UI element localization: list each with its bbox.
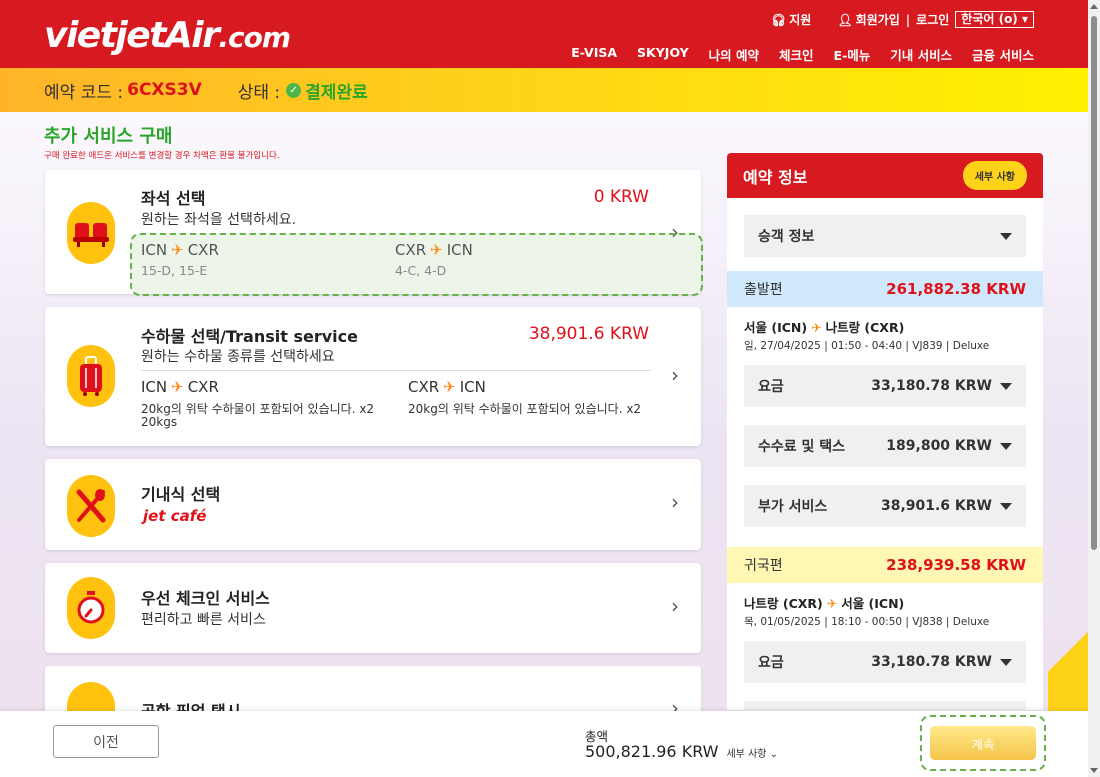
nav-evisa[interactable]: E-VISA (571, 45, 617, 64)
login-link[interactable]: 로그인 (916, 11, 949, 28)
utility-links: 🎧︎ 지원 👤︎ 회원가입 | 로그인 한국어 (o) ▾ (771, 11, 1034, 28)
refund-note: 구매 완료한 애드온 서비스를 변경할 경우 차액은 환불 불가입니다. (44, 151, 280, 161)
previous-button[interactable]: 이전 (53, 725, 159, 758)
chevron-right-icon[interactable]: › (671, 363, 679, 387)
total-details-toggle[interactable]: 세부 사항 ⌄ (726, 745, 778, 760)
bottom-bar: 이전 총액 500,821.96 KRW 세부 사항 ⌄ 계속 (0, 711, 1088, 777)
stopwatch-icon (67, 577, 115, 639)
seat-return-seats: 4-C, 4-D (395, 263, 447, 278)
section-title: 추가 서비스 구매 (44, 126, 173, 147)
nav-inflight[interactable]: 기내 서비스 (890, 45, 952, 64)
plane-icon: ✈︎ (826, 596, 838, 611)
caret-down-icon (1000, 382, 1012, 390)
main-nav: E-VISA SKYJOY 나의 예약 체크인 E-메뉴 기내 서비스 금융 서… (571, 45, 1034, 64)
language-select[interactable]: 한국어 (o) ▾ (955, 11, 1034, 28)
inbound-flight-info: 나트랑 (CXR) ✈︎ 서울 (ICN) 목, 01/05/2025 | 18:1… (744, 596, 990, 628)
inbound-band: 귀국편 238,939.58 KRW (727, 547, 1043, 583)
baggage-title: 수하물 선택/Transit service (141, 327, 358, 346)
nav-emenu[interactable]: E-메뉴 (834, 45, 871, 64)
plane-icon: ✈︎ (443, 378, 456, 396)
panel-header: 예약 정보 세부 사항 (727, 153, 1043, 198)
continue-highlight: 계속 (920, 715, 1046, 771)
plane-icon: ✈︎ (171, 378, 184, 396)
divider (141, 370, 651, 371)
caret-down-icon (1000, 658, 1012, 666)
inbound-next-dropdown[interactable] (744, 701, 1026, 710)
chevron-right-icon[interactable]: › (671, 594, 679, 618)
baggage-price: 38,901.6 KRW (528, 324, 649, 344)
outbound-band: 출발편 261,882.38 KRW (727, 271, 1043, 307)
booking-status-bar: 예약 코드 : 6CXS3V 상태 : ✓ 결제완료 (0, 68, 1088, 112)
meal-title: 기내식 선택 (141, 485, 221, 504)
cutlery-icon (67, 475, 115, 537)
outbound-tax-dropdown[interactable]: 수수료 및 택스 189,800 KRW (744, 425, 1026, 467)
nav-my-booking[interactable]: 나의 예약 (709, 45, 759, 64)
booking-info-panel: 예약 정보 세부 사항 승객 정보 출발편 261,882.38 KRW 서울 … (727, 153, 1043, 710)
nav-skyjoy[interactable]: SKYJOY (637, 45, 689, 64)
chevron-right-icon[interactable]: › (671, 490, 679, 514)
booking-code-label: 예약 코드 : (44, 82, 124, 103)
user-icon: 👤︎ (837, 13, 853, 27)
nav-finance[interactable]: 금융 서비스 (972, 45, 1034, 64)
seat-return-route: CXR ✈︎ ICN (395, 241, 473, 259)
plane-icon: ✈︎ (430, 241, 443, 259)
top-header: vietjetAir.com 🎧︎ 지원 👤︎ 회원가입 | 로그인 한국어 (o)… (0, 0, 1088, 68)
panel-title: 예약 정보 (743, 167, 808, 187)
caret-down-icon (1000, 442, 1012, 450)
vietjet-logo[interactable]: vietjetAir.com (44, 14, 291, 60)
status-label: 상태 : (237, 82, 281, 103)
details-button[interactable]: 세부 사항 (962, 161, 1027, 190)
seat-outbound-seats: 15-D, 15-E (141, 263, 208, 278)
signup-link[interactable]: 👤︎ 회원가입 (837, 11, 899, 28)
continue-button[interactable]: 계속 (930, 726, 1036, 760)
baggage-card[interactable]: 수하물 선택/Transit service 원하는 수하물 종류를 선택하세요… (45, 307, 701, 446)
outbound-addon-dropdown[interactable]: 부가 서비스 38,901.6 KRW (744, 485, 1026, 527)
priority-subtitle: 편리하고 빠른 서비스 (141, 612, 266, 628)
inbound-total: 238,939.58 KRW (886, 556, 1026, 574)
baggage-subtitle: 원하는 수하물 종류를 선택하세요 (141, 349, 335, 365)
seat-price: 0 KRW (593, 187, 649, 207)
outbound-total: 261,882.38 KRW (886, 280, 1026, 298)
total-amount: 500,821.96 KRW 세부 사항 ⌄ (585, 742, 779, 761)
status-badge: ✓ 결제완료 (286, 78, 368, 103)
inbound-fare-dropdown[interactable]: 요금 33,180.78 KRW (744, 641, 1026, 683)
nav-checkin[interactable]: 체크인 (779, 45, 814, 64)
priority-checkin-card[interactable]: 우선 체크인 서비스 편리하고 빠른 서비스 › (45, 563, 701, 653)
scroll-down-arrow-icon[interactable] (1090, 768, 1098, 773)
baggage-return-route: CXR ✈︎ ICN (408, 378, 486, 396)
luggage-icon (67, 345, 115, 407)
plane-icon: ✈︎ (811, 320, 822, 335)
scroll-up-arrow-icon[interactable] (1090, 4, 1098, 9)
caret-down-icon (1000, 502, 1012, 510)
scrollbar[interactable] (1088, 0, 1100, 777)
baggage-outbound-route: ICN ✈︎ CXR (141, 378, 219, 396)
seat-icon (67, 202, 115, 264)
seat-subtitle: 원하는 좌석을 선택하세요. (141, 212, 297, 228)
seat-outbound-route: ICN ✈︎ CXR (141, 241, 219, 259)
outbound-fare-dropdown[interactable]: 요금 33,180.78 KRW (744, 365, 1026, 407)
baggage-return-detail: 20kg의 위탁 수하물이 포함되어 있습니다. x2 (408, 402, 642, 416)
booking-code: 6CXS3V (127, 80, 202, 100)
check-icon: ✓ (286, 82, 302, 98)
seat-title: 좌석 선택 (141, 189, 206, 208)
scrollbar-thumb[interactable] (1091, 16, 1097, 550)
meal-card[interactable]: 기내식 선택 jet café › (45, 459, 701, 550)
passenger-info-dropdown[interactable]: 승객 정보 (744, 215, 1026, 257)
priority-title: 우선 체크인 서비스 (141, 589, 270, 608)
support-link[interactable]: 🎧︎ 지원 (771, 11, 811, 28)
headset-icon: 🎧︎ (771, 13, 787, 27)
caret-down-icon (1000, 232, 1012, 240)
plane-icon: ✈︎ (171, 241, 184, 259)
outbound-flight-info: 서울 (ICN) ✈︎ 나트랑 (CXR) 일, 27/04/2025 | 01:5… (744, 320, 990, 352)
jet-cafe-logo: jet café (143, 507, 207, 525)
baggage-outbound-weight: 20kgs (141, 415, 178, 429)
